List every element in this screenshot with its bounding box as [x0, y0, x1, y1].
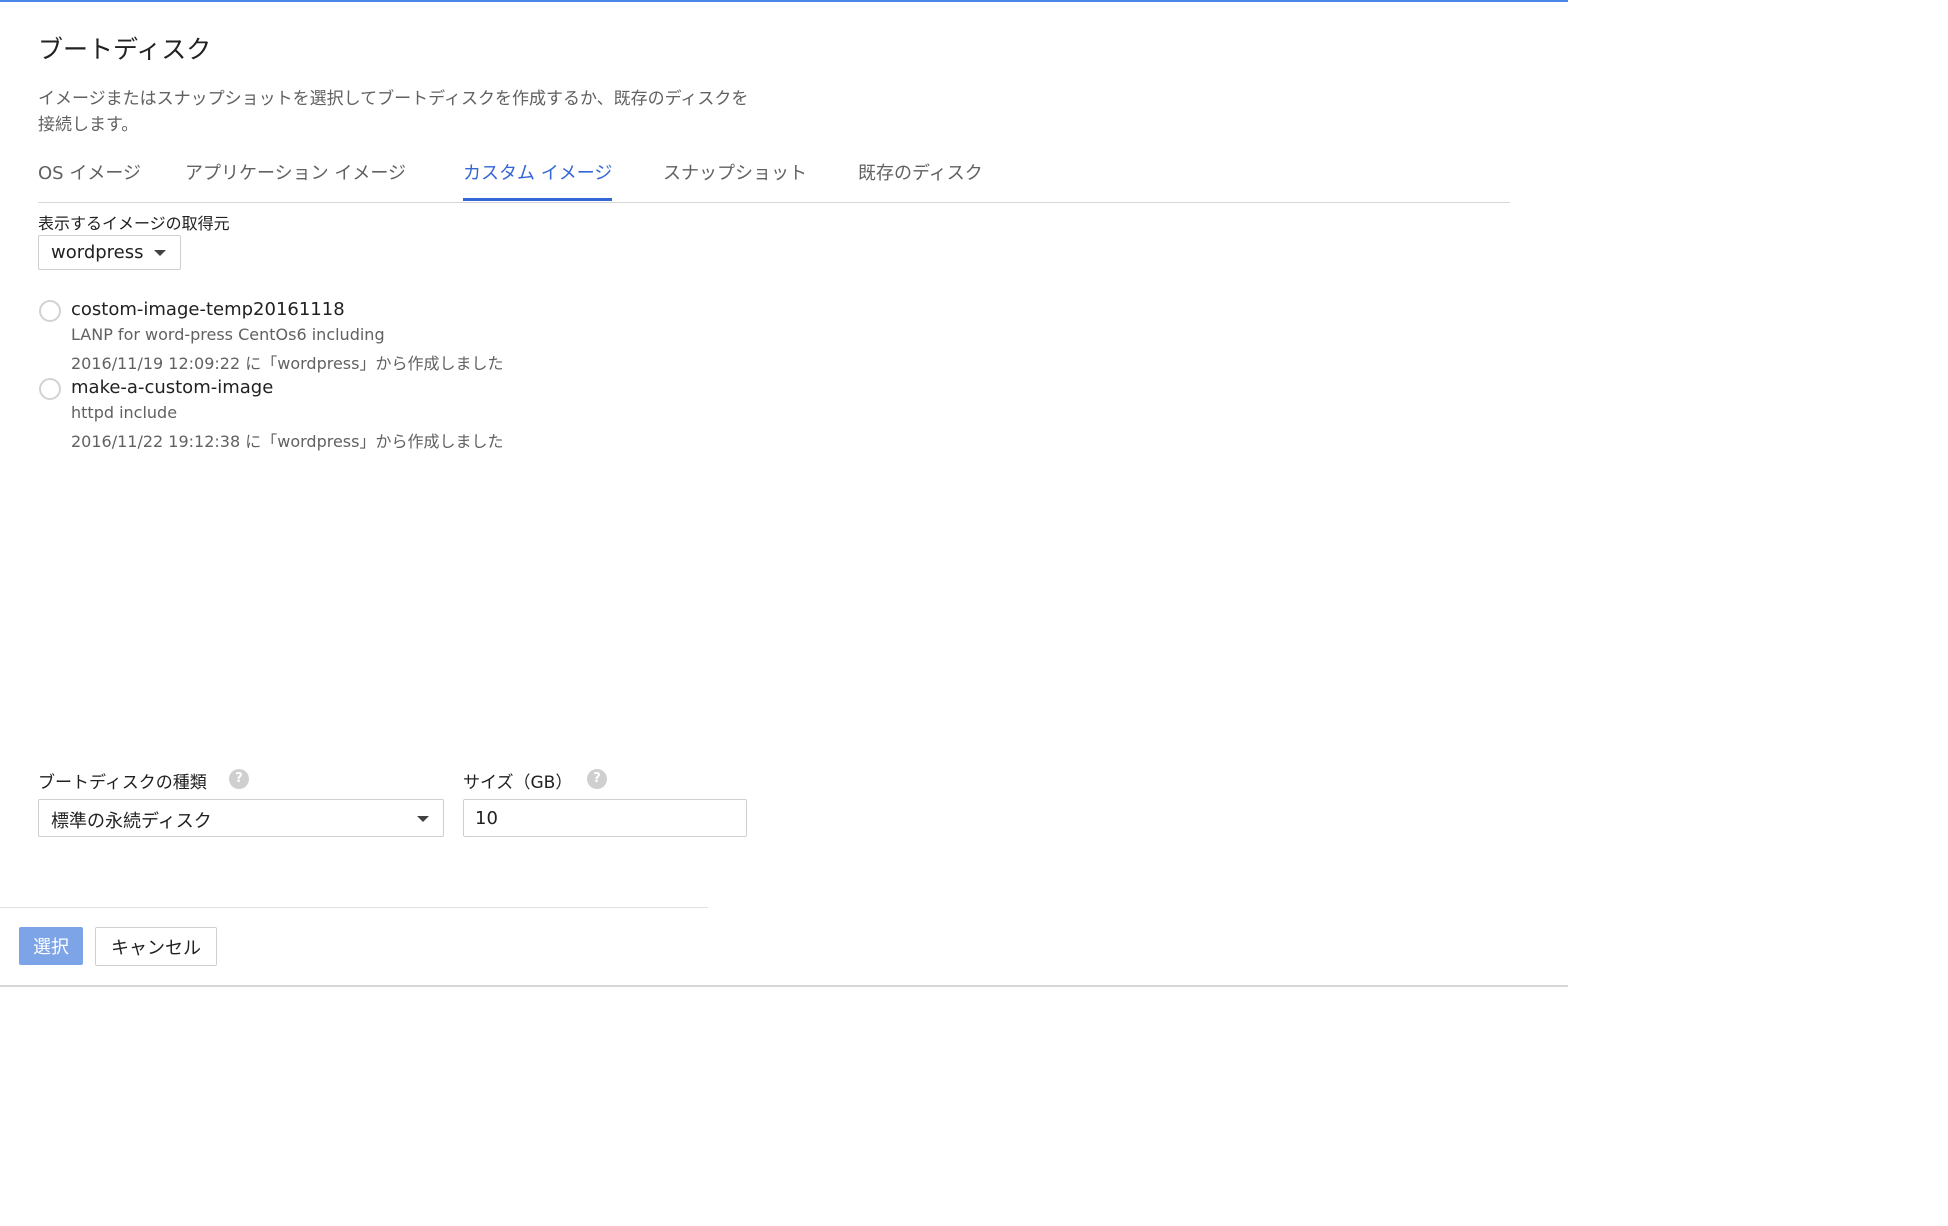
image-created-info: 2016/11/19 12:09:22 に「wordpress」から作成しました	[71, 354, 504, 373]
top-accent-bar	[0, 0, 1568, 2]
tab-existing-disks[interactable]: 既存のディスク	[858, 156, 983, 200]
image-name: make-a-custom-image	[71, 377, 274, 398]
tab-custom-images[interactable]: カスタム イメージ	[463, 156, 613, 201]
footer-divider	[0, 907, 708, 908]
disk-type-value: 標準の永続ディスク	[51, 811, 212, 832]
tab-snapshots[interactable]: スナップショット	[663, 156, 807, 200]
dialog-description: イメージまたはスナップショットを選択してブートディスクを作成するか、既存のディス…	[38, 89, 749, 135]
tab-bar: OS イメージ アプリケーション イメージ カスタム イメージ スナップショット…	[38, 156, 1510, 203]
radio-button[interactable]	[39, 378, 61, 400]
image-name: costom-image-temp20161118	[71, 299, 345, 320]
size-input[interactable]	[463, 799, 747, 837]
image-option[interactable]: make-a-custom-image httpd include 2016/1…	[38, 376, 638, 452]
select-button[interactable]: 選択	[19, 927, 83, 965]
image-description: LANP for word-press CentOs6 including	[71, 325, 385, 344]
size-label: サイズ（GB）	[463, 773, 573, 793]
tab-application-images[interactable]: アプリケーション イメージ	[185, 156, 406, 200]
image-source-label: 表示するイメージの取得元	[38, 214, 230, 233]
image-created-info: 2016/11/22 19:12:38 に「wordpress」から作成しました	[71, 432, 504, 451]
disk-type-label: ブートディスクの種類	[38, 773, 207, 793]
chevron-down-icon	[154, 250, 166, 256]
image-option[interactable]: costom-image-temp20161118 LANP for word-…	[38, 298, 638, 374]
disk-type-dropdown[interactable]: 標準の永続ディスク	[38, 799, 444, 837]
question-circle-icon[interactable]: ?	[587, 769, 607, 789]
image-source-dropdown[interactable]: wordpress	[38, 235, 181, 270]
question-circle-icon[interactable]: ?	[229, 769, 249, 789]
cancel-button[interactable]: キャンセル	[95, 927, 217, 966]
image-source-value: wordpress	[51, 242, 144, 263]
radio-button[interactable]	[39, 300, 61, 322]
dialog-title: ブートディスク	[38, 35, 212, 64]
image-description: httpd include	[71, 403, 178, 422]
chevron-down-icon	[417, 816, 429, 822]
bottom-divider	[0, 985, 1568, 987]
tab-os-images[interactable]: OS イメージ	[38, 156, 141, 200]
